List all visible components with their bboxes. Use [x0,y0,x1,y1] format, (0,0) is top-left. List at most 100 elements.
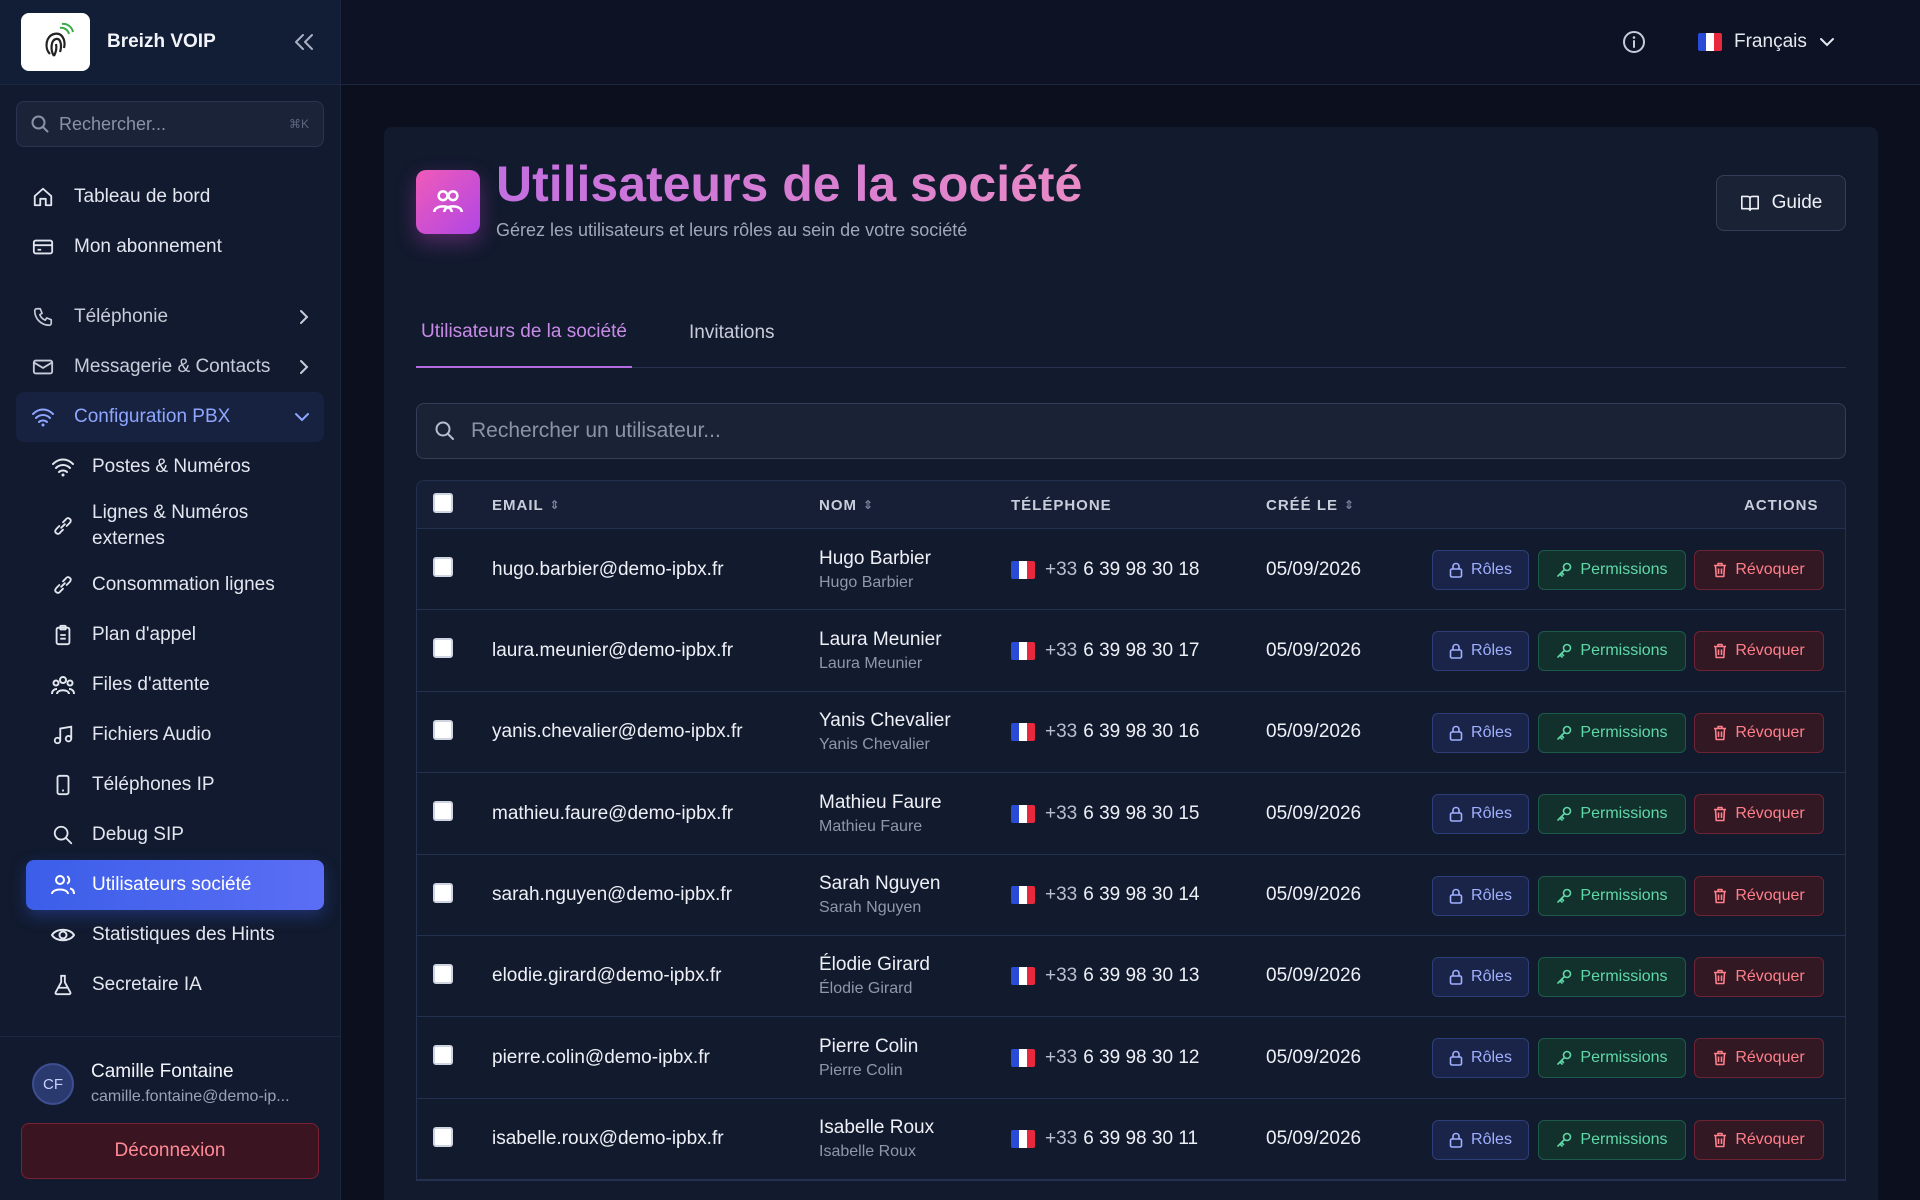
column-header-label: NOM [819,496,857,514]
collapse-sidebar-button[interactable] [289,27,319,57]
wifi-icon [30,404,56,430]
logout-button[interactable]: Déconnexion [21,1123,319,1179]
roles-button[interactable]: Rôles [1432,712,1529,753]
roles-button[interactable]: Rôles [1432,956,1529,997]
user-secondary-name: Laura Meunier [819,654,923,672]
avatar[interactable]: CF [32,1063,74,1105]
roles-button[interactable]: Rôles [1432,631,1529,672]
table-row: yanis.chevalier@demo-ipbx.fr Yanis Cheva… [417,691,1845,774]
sidebar-item-dashboard[interactable]: Tableau de bord [16,172,324,222]
phone-number: 6 39 98 30 11 [1083,1128,1199,1150]
sidebar-subitem-external-lines[interactable]: Lignes & Numéros externes [26,492,324,560]
language-selector[interactable]: Français [1698,22,1835,62]
lock-icon [1449,644,1463,660]
sidebar-item-telephony[interactable]: Téléphonie [16,292,324,342]
tab-invitations[interactable]: Invitations [684,297,780,368]
permissions-label: Permissions [1580,1049,1668,1067]
row-checkbox[interactable] [433,557,453,577]
permissions-button[interactable]: Permissions [1538,875,1686,916]
permissions-label: Permissions [1580,967,1668,985]
permissions-label: Permissions [1580,642,1668,660]
trash-icon [1714,644,1727,659]
revoke-button[interactable]: Révoquer [1694,1119,1824,1160]
permissions-button[interactable]: Permissions [1538,794,1686,835]
permissions-button[interactable]: Permissions [1538,712,1686,753]
sidebar-subitem-company-users[interactable]: Utilisateurs société [26,860,324,910]
sidebar-item-messaging[interactable]: Messagerie & Contacts [16,342,324,392]
lock-icon [1449,888,1463,904]
trash-icon [1714,888,1727,903]
roles-button[interactable]: Rôles [1432,875,1529,916]
key-icon [1557,969,1572,984]
sidebar-subitem-dialplan[interactable]: Plan d'appel [26,610,324,660]
table-header: EMAIL ⇕ NOM ⇕ TÉLÉPHONE CRÉÉ LE ⇕ ACTIONS [417,481,1845,529]
tab-company-users[interactable]: Utilisateurs de la société [416,297,632,368]
sidebar-subitem-hint-stats[interactable]: Statistiques des Hints [26,910,324,960]
row-checkbox[interactable] [433,1126,453,1147]
users-header-icon [416,170,480,234]
sidebar-item-pbx-config[interactable]: Configuration PBX [16,392,324,442]
user-search[interactable] [416,403,1846,459]
sidebar-subitem-ip-phones[interactable]: Téléphones IP [26,760,324,810]
key-icon [1557,562,1572,577]
phone-icon [30,304,56,330]
link-icon [50,513,76,539]
revoke-button[interactable]: Révoquer [1694,956,1824,997]
sidebar-subitem-debug-sip[interactable]: Debug SIP [26,810,324,860]
sidebar-search-input[interactable] [59,113,289,135]
revoke-button[interactable]: Révoquer [1694,550,1824,590]
brand-logo[interactable] [21,13,90,71]
select-all-checkbox[interactable] [433,493,453,513]
guide-button[interactable]: Guide [1716,175,1846,231]
sidebar-subitem-extensions[interactable]: Postes & Numéros [26,442,324,492]
sidebar-subitem-label: Téléphones IP [92,774,215,795]
search-shortcut-hint: ⌘K [288,117,309,131]
permissions-button[interactable]: Permissions [1538,1119,1686,1160]
roles-button[interactable]: Rôles [1432,550,1529,590]
user-secondary-name: Isabelle Roux [819,1143,916,1161]
column-header-name[interactable]: NOM ⇕ [819,481,874,529]
sidebar-subitem-label: Secretaire IA [92,974,202,995]
permissions-button[interactable]: Permissions [1538,1038,1686,1079]
permissions-button[interactable]: Permissions [1538,956,1686,997]
user-display-name: Sarah Nguyen [819,873,941,895]
permissions-button[interactable]: Permissions [1538,631,1686,672]
revoke-button[interactable]: Révoquer [1694,712,1824,753]
sidebar-subitem-line-usage[interactable]: Consommation lignes [26,560,324,610]
user-search-input[interactable] [471,419,1827,443]
row-checkbox[interactable] [433,1045,453,1066]
sidebar-subitem-ai-secretary[interactable]: Secretaire IA [26,960,324,1010]
revoke-button[interactable]: Révoquer [1694,1038,1824,1079]
phone-number: 6 39 98 30 17 [1083,639,1200,661]
phone-prefix: +33 [1045,558,1078,580]
search-icon [50,822,76,848]
flag-fr-icon [1011,967,1035,986]
info-button[interactable] [1620,28,1648,56]
revoke-button[interactable]: Révoquer [1694,875,1824,916]
user-secondary-name: Pierre Colin [819,1061,903,1079]
sidebar-subitem-audio-files[interactable]: Fichiers Audio [26,710,324,760]
sidebar-search[interactable]: ⌘K [16,101,324,147]
column-header-created[interactable]: CRÉÉ LE ⇕ [1266,481,1355,529]
user-name-cell: Sarah Nguyen Sarah Nguyen [819,855,940,936]
search-icon [31,115,49,133]
phone-prefix: +33 [1045,1128,1078,1150]
row-checkbox[interactable] [433,801,453,822]
user-email-cell: isabelle.roux@demo-ipbx.fr [492,1128,724,1150]
revoke-button[interactable]: Révoquer [1694,794,1824,835]
roles-button[interactable]: Rôles [1432,1119,1529,1160]
sidebar-item-subscription[interactable]: Mon abonnement [16,222,324,272]
roles-button[interactable]: Rôles [1432,1038,1529,1079]
roles-button[interactable]: Rôles [1432,794,1529,835]
row-checkbox[interactable] [433,882,453,903]
sidebar-subitem-queues[interactable]: Files d'attente [26,660,324,710]
table-row: mathieu.faure@demo-ipbx.fr Mathieu Faure… [417,773,1845,855]
permissions-button[interactable]: Permissions [1538,550,1686,590]
row-checkbox[interactable] [433,638,453,659]
column-header-email[interactable]: EMAIL ⇕ [492,481,561,529]
row-checkbox[interactable] [433,719,453,740]
row-checkbox[interactable] [433,963,453,984]
revoke-button[interactable]: Révoquer [1694,631,1824,672]
flag-fr-icon [1011,723,1035,742]
